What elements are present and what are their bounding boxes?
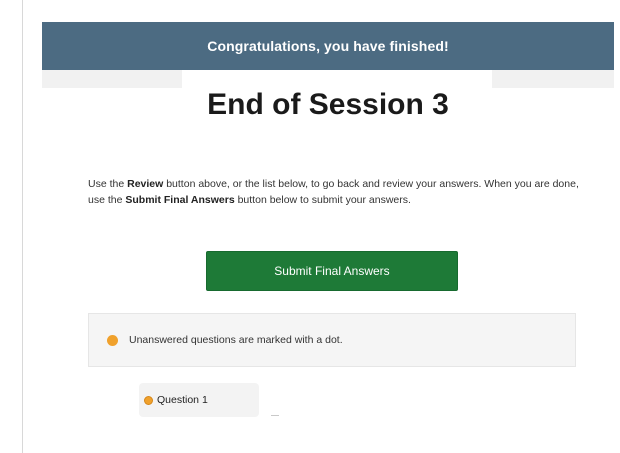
page-title: End of Session 3 — [207, 88, 449, 121]
instructions-part-1: Use the — [88, 178, 128, 190]
instructions-review-bold: Review — [127, 178, 164, 190]
list-divider — [271, 415, 279, 416]
instructions-part-3: button below to submit your answers. — [234, 194, 411, 206]
notice-text: Unanswered questions are marked with a d… — [129, 334, 343, 346]
question-label: Question 1 — [157, 394, 208, 406]
unanswered-notice: Unanswered questions are marked with a d… — [88, 313, 576, 367]
underbar-center — [182, 70, 492, 88]
unanswered-dot-icon — [107, 334, 118, 346]
instructions-submit-bold: Submit Final Answers — [125, 194, 235, 206]
completion-banner: Congratulations, you have finished! — [42, 22, 614, 70]
submit-final-answers-button[interactable]: Submit Final Answers — [206, 251, 458, 291]
banner-text: Congratulations, you have finished! — [207, 38, 449, 54]
unanswered-dot-icon — [144, 395, 153, 405]
instructions-text: Use the Review button above, or the list… — [88, 176, 588, 208]
question-list-item[interactable]: Question 1 — [139, 383, 259, 417]
banner-underbar — [42, 70, 614, 88]
